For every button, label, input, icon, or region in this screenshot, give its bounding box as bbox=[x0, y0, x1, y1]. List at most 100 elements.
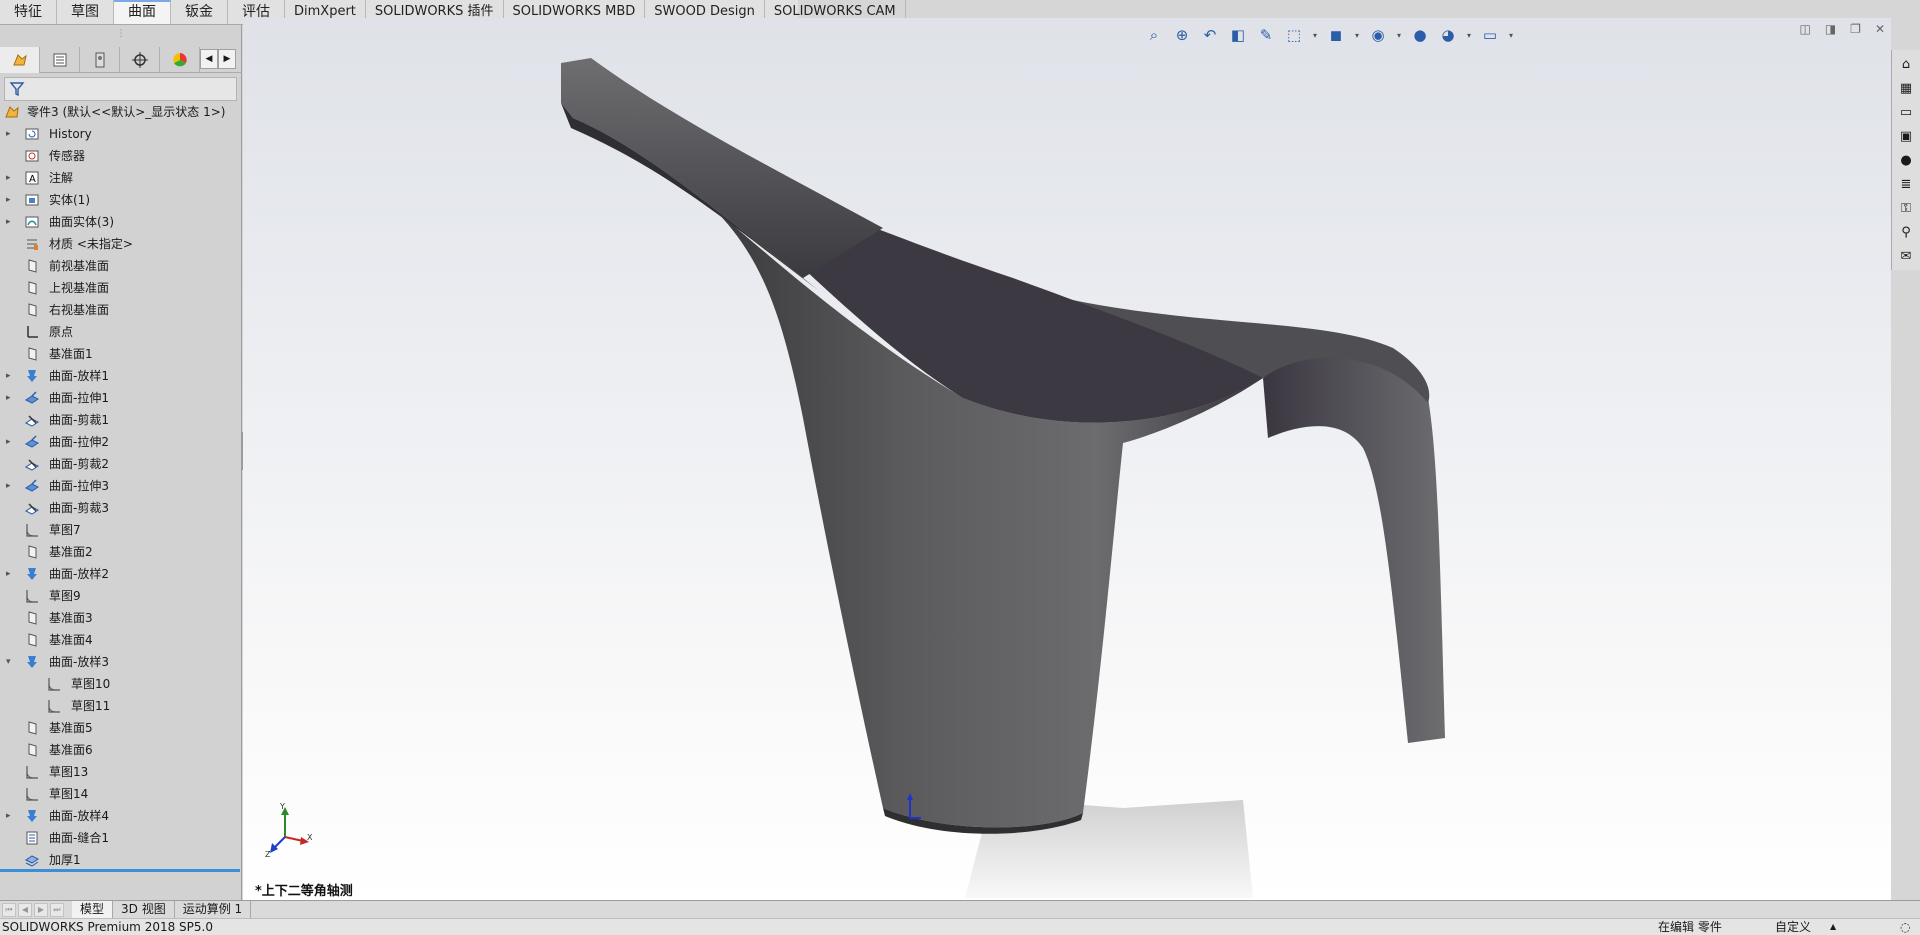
expand-arrow-icon[interactable]: ▸ bbox=[6, 805, 11, 827]
apply-scene-icon[interactable]: ◕ bbox=[1437, 24, 1459, 46]
graphics-area[interactable]: ⌕ ⊕ ↶ ◧ ✎ ⬚ ▾ ◼ ▾ ◉ ▾ ● ◕ ▾ ▭ ▾ ◫ ◨ ❐ ✕ bbox=[243, 18, 1891, 900]
tree-item[interactable]: 草图11 bbox=[0, 695, 242, 717]
tree-item[interactable]: 右视基准面 bbox=[0, 299, 242, 321]
tree-root-part[interactable]: 零件3 (默认<<默认>_显示状态 1>) bbox=[0, 101, 242, 123]
view-settings-icon[interactable]: ▭ bbox=[1479, 24, 1501, 46]
comments-icon[interactable]: ✉ bbox=[1896, 246, 1916, 266]
command-tab[interactable]: 草图 bbox=[57, 0, 114, 24]
tree-item[interactable]: ▸ 曲面-拉伸2 bbox=[0, 431, 242, 453]
tree-item[interactable]: 加厚1 bbox=[0, 849, 242, 871]
collapse-arrow-icon[interactable]: ▾ bbox=[6, 651, 11, 673]
edit-appearance-icon[interactable]: ● bbox=[1409, 24, 1431, 46]
previous-view-icon[interactable]: ↶ bbox=[1199, 24, 1221, 46]
command-tab[interactable]: 曲面 bbox=[114, 0, 171, 24]
tree-item[interactable]: ▾ 曲面-放样3 bbox=[0, 651, 242, 673]
tree-item[interactable]: 基准面3 bbox=[0, 607, 242, 629]
command-tab[interactable]: 特征 bbox=[0, 0, 57, 24]
expand-arrow-icon[interactable]: ▸ bbox=[6, 167, 11, 189]
tab-model[interactable]: 模型 bbox=[72, 901, 114, 918]
section-view-icon[interactable]: ◧ bbox=[1227, 24, 1249, 46]
feature-manager-tab[interactable] bbox=[0, 47, 40, 73]
expand-arrow-icon[interactable]: ▸ bbox=[6, 563, 11, 585]
dynamic-annotation-icon[interactable]: ✎ bbox=[1255, 24, 1277, 46]
dimxpert-manager-tab[interactable] bbox=[120, 47, 160, 73]
tree-item[interactable]: 传感器 bbox=[0, 145, 242, 167]
restore-window-icon[interactable]: ❐ bbox=[1850, 22, 1861, 36]
hide-show-dropdown-icon[interactable]: ▾ bbox=[1395, 24, 1403, 46]
expand-arrow-icon[interactable]: ▸ bbox=[6, 211, 11, 233]
tree-item[interactable]: ▸ 曲面-拉伸1 bbox=[0, 387, 242, 409]
expand-arrow-icon[interactable]: ▸ bbox=[6, 365, 11, 387]
tab-motion-study-1[interactable]: 运动算例 1 bbox=[175, 901, 252, 918]
display-style-icon[interactable]: ◼ bbox=[1325, 24, 1347, 46]
tree-item[interactable]: 材质 <未指定> bbox=[0, 233, 242, 255]
next-tab-button[interactable]: ▶ bbox=[34, 902, 48, 917]
file-explorer-icon[interactable]: ▭ bbox=[1896, 102, 1916, 122]
tabs-scroll-left-button[interactable]: ◀ bbox=[200, 49, 218, 69]
unit-system[interactable]: 自定义 bbox=[1775, 919, 1811, 935]
tree-item[interactable]: 上视基准面 bbox=[0, 277, 242, 299]
rollback-bar[interactable] bbox=[0, 869, 240, 872]
display-manager-tab[interactable] bbox=[160, 47, 200, 73]
tree-item[interactable]: ▸ 曲面-放样1 bbox=[0, 365, 242, 387]
tree-item[interactable]: 草图10 bbox=[0, 673, 242, 695]
tree-item[interactable]: ▸ History bbox=[0, 123, 242, 145]
tab-3d-views[interactable]: 3D 视图 bbox=[113, 901, 175, 918]
first-tab-button[interactable]: ⏮ bbox=[2, 902, 16, 917]
tree-item[interactable]: 曲面-剪裁2 bbox=[0, 453, 242, 475]
hide-show-items-icon[interactable]: ◉ bbox=[1367, 24, 1389, 46]
tile-left-icon[interactable]: ◫ bbox=[1799, 22, 1810, 36]
tree-item[interactable]: 基准面6 bbox=[0, 739, 242, 761]
solidworks-forum-icon[interactable]: ⚿ bbox=[1896, 198, 1916, 218]
appearances-icon[interactable]: ● bbox=[1896, 150, 1916, 170]
view-palette-icon[interactable]: ▣ bbox=[1896, 126, 1916, 146]
tree-item[interactable]: 曲面-剪裁1 bbox=[0, 409, 242, 431]
tree-item[interactable]: 草图7 bbox=[0, 519, 242, 541]
tree-item[interactable]: ▸ 曲面-放样4 bbox=[0, 805, 242, 827]
tree-item[interactable]: 基准面4 bbox=[0, 629, 242, 651]
previous-tab-button[interactable]: ◀ bbox=[18, 902, 32, 917]
command-tab[interactable]: 钣金 bbox=[171, 0, 228, 24]
view-orientation-icon[interactable]: ⬚ bbox=[1283, 24, 1305, 46]
close-document-icon[interactable]: ✕ bbox=[1875, 22, 1885, 36]
tree-item[interactable]: ▸ 曲面实体(3) bbox=[0, 211, 242, 233]
expand-arrow-icon[interactable]: ▸ bbox=[6, 475, 11, 497]
property-manager-tab[interactable] bbox=[40, 47, 80, 73]
configuration-manager-tab[interactable] bbox=[80, 47, 120, 73]
expand-arrow-icon[interactable]: ▸ bbox=[6, 189, 11, 211]
zoom-to-area-icon[interactable]: ⊕ bbox=[1171, 24, 1193, 46]
design-library-icon[interactable]: ▦ bbox=[1896, 78, 1916, 98]
expand-arrow-icon[interactable]: ▸ bbox=[6, 387, 11, 409]
solidworks-resources-icon[interactable]: ⌂ bbox=[1896, 54, 1916, 74]
recordings-icon[interactable]: ⚲ bbox=[1896, 222, 1916, 242]
tree-item[interactable]: 曲面-缝合1 bbox=[0, 827, 242, 849]
tree-item[interactable]: 基准面2 bbox=[0, 541, 242, 563]
custom-properties-icon[interactable]: ≣ bbox=[1896, 174, 1916, 194]
display-style-dropdown-icon[interactable]: ▾ bbox=[1353, 24, 1361, 46]
tree-item[interactable]: 原点 bbox=[0, 321, 242, 343]
tree-item[interactable]: 草图14 bbox=[0, 783, 242, 805]
tree-item[interactable]: 基准面5 bbox=[0, 717, 242, 739]
tree-item[interactable]: ▸ A 注解 bbox=[0, 167, 242, 189]
view-orientation-dropdown-icon[interactable]: ▾ bbox=[1311, 24, 1319, 46]
tree-item[interactable]: 基准面1 bbox=[0, 343, 242, 365]
model-watering-can[interactable] bbox=[243, 18, 1891, 900]
view-settings-dropdown-icon[interactable]: ▾ bbox=[1507, 24, 1515, 46]
tree-item[interactable]: 草图9 bbox=[0, 585, 242, 607]
panel-grip[interactable]: ⋮ bbox=[0, 25, 242, 43]
tree-item[interactable]: ▸ 曲面-放样2 bbox=[0, 563, 242, 585]
tree-item[interactable]: 前视基准面 bbox=[0, 255, 242, 277]
unit-system-caret-icon[interactable]: ▲ bbox=[1830, 919, 1836, 935]
expand-arrow-icon[interactable]: ▸ bbox=[6, 123, 11, 145]
zoom-to-fit-icon[interactable]: ⌕ bbox=[1143, 24, 1165, 46]
tabs-scroll-right-button[interactable]: ▶ bbox=[218, 49, 236, 69]
expand-arrow-icon[interactable]: ▸ bbox=[6, 431, 11, 453]
feature-tree-filter[interactable] bbox=[4, 77, 237, 101]
tile-right-icon[interactable]: ◨ bbox=[1825, 22, 1836, 36]
last-tab-button[interactable]: ⏭ bbox=[50, 902, 64, 917]
tree-item[interactable]: 草图13 bbox=[0, 761, 242, 783]
tree-item[interactable]: ▸ 曲面-拉伸3 bbox=[0, 475, 242, 497]
apply-scene-dropdown-icon[interactable]: ▾ bbox=[1465, 24, 1473, 46]
help-balloon-icon[interactable]: ◌ bbox=[1900, 919, 1910, 935]
tree-item[interactable]: ▸ 实体(1) bbox=[0, 189, 242, 211]
